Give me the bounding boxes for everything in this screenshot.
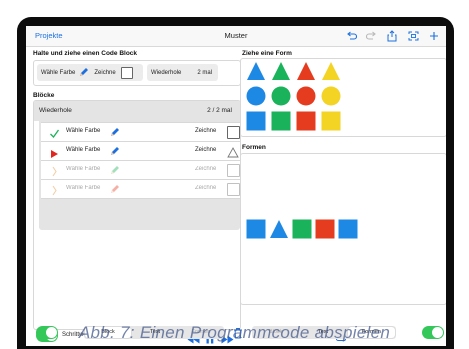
block-shape-slot[interactable] bbox=[227, 126, 240, 139]
block-draw-label: Zeichne bbox=[195, 128, 217, 134]
empty-shape-slot bbox=[120, 66, 133, 79]
circle-yellow-icon[interactable] bbox=[321, 86, 341, 106]
add-icon[interactable] bbox=[427, 29, 441, 43]
palette-title: Halte und ziehe einen Code Block bbox=[33, 50, 138, 57]
fit-screen-icon[interactable] bbox=[406, 29, 420, 43]
block-draw-label: Zeichne bbox=[195, 147, 217, 153]
drawn-triangle-blue bbox=[270, 220, 288, 238]
shapes-panel: Ziehe eine Form Formen bbox=[240, 48, 446, 341]
block-draw-label: Zeichne bbox=[195, 166, 217, 172]
undo-icon[interactable] bbox=[344, 29, 358, 43]
palette-color-draw-block[interactable]: Wähle Farbe Zeichne bbox=[37, 64, 143, 81]
square-green-icon[interactable] bbox=[271, 111, 291, 131]
code-block-2[interactable]: Wähle Farbe Zeichne bbox=[41, 141, 240, 160]
drawn-square-blue bbox=[246, 219, 266, 239]
code-block-1[interactable]: Wähle Farbe Zeichne bbox=[41, 122, 240, 141]
block-label: Wähle Farbe bbox=[66, 147, 101, 153]
triangle-blue-icon[interactable] bbox=[246, 61, 266, 81]
shape-palette bbox=[240, 58, 446, 137]
bracket-icon bbox=[52, 183, 58, 201]
square-yellow-icon[interactable] bbox=[321, 111, 341, 131]
code-block-palette: Wähle Farbe Zeichne Wiederhole 2 mal bbox=[33, 60, 241, 86]
block-shape-slot[interactable] bbox=[227, 164, 240, 177]
code-block-4[interactable]: Wähle Farbe Zeichne bbox=[41, 179, 240, 199]
shapes-title: Ziehe eine Form bbox=[242, 50, 292, 57]
circle-green-icon[interactable] bbox=[271, 86, 291, 106]
block-label: Wähle Farbe bbox=[66, 185, 101, 191]
share-icon[interactable] bbox=[385, 29, 399, 43]
code-panel: Halte und ziehe einen Code Block Wähle F… bbox=[30, 48, 241, 344]
blocks-title: Blöcke bbox=[33, 92, 55, 99]
triangle-yellow-icon[interactable] bbox=[321, 61, 341, 81]
redo-icon[interactable] bbox=[364, 29, 378, 43]
code-block-3[interactable]: Wähle Farbe Zeichne bbox=[41, 160, 240, 179]
figure-caption: Abb. 7: Einen Programmcode abspielen bbox=[78, 323, 391, 342]
app-screen: Projekte Muster Halte und ziehe einen Co… bbox=[26, 26, 446, 346]
drawn-square-red bbox=[315, 219, 335, 239]
block-label: Wähle Farbe bbox=[66, 128, 101, 134]
pencil-red-icon bbox=[109, 182, 121, 200]
nav-bar: Projekte Muster bbox=[26, 26, 446, 47]
block-shape-slot[interactable] bbox=[227, 183, 240, 196]
square-red-icon[interactable] bbox=[296, 111, 316, 131]
block-label: Wähle Farbe bbox=[66, 166, 101, 172]
repeat-block-end bbox=[39, 218, 240, 230]
triangle-green-icon[interactable] bbox=[271, 61, 291, 81]
repeat-block[interactable]: Wiederhole 2 / 2 mal bbox=[34, 101, 240, 121]
drawn-square-blue bbox=[338, 219, 358, 239]
pencil-icon bbox=[78, 66, 90, 80]
palette-repeat-value: 2 mal bbox=[197, 69, 212, 76]
palette-draw-label: Zeichne bbox=[94, 69, 116, 76]
repeat-block-label: Wiederhole bbox=[39, 107, 72, 114]
drawing-canvas[interactable] bbox=[240, 153, 446, 305]
forms-title: Formen bbox=[242, 144, 266, 151]
block-draw-label: Zeichne bbox=[195, 185, 217, 191]
palette-repeat-block[interactable]: Wiederhole 2 mal bbox=[147, 64, 218, 81]
repeat-count: 2 / 2 mal bbox=[207, 107, 232, 114]
palette-color-label: Wähle Farbe bbox=[41, 69, 76, 76]
square-blue-icon[interactable] bbox=[246, 111, 266, 131]
palette-repeat-label: Wiederhole bbox=[151, 69, 182, 76]
circle-red-icon[interactable] bbox=[296, 86, 316, 106]
code-area: Wiederhole 2 / 2 mal Wähle Farbe Zeichne bbox=[33, 100, 241, 330]
page-title: Muster bbox=[224, 31, 248, 40]
triangle-red-icon[interactable] bbox=[296, 61, 316, 81]
circle-blue-icon[interactable] bbox=[246, 86, 266, 106]
drawn-square-green bbox=[292, 219, 312, 239]
